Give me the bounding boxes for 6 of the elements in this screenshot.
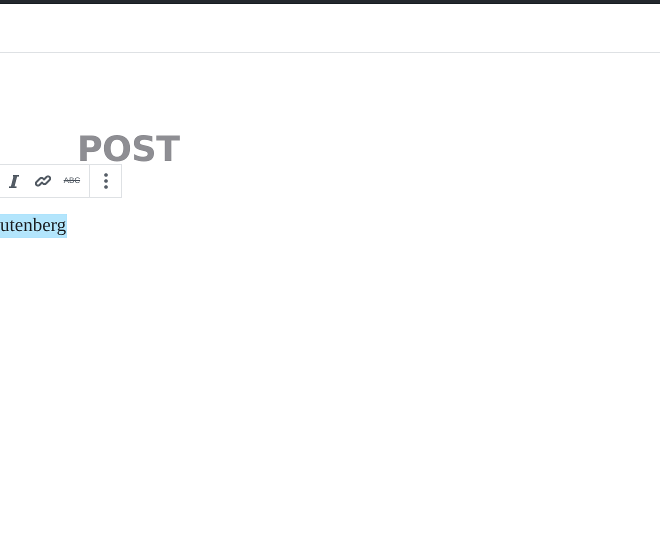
post-title: POST — [77, 133, 180, 168]
italic-icon — [9, 174, 20, 188]
strikethrough-button[interactable]: ABC — [58, 165, 86, 197]
more-icon — [104, 173, 108, 189]
link-icon — [35, 173, 52, 189]
paragraph-text: utenberg — [0, 214, 68, 238]
